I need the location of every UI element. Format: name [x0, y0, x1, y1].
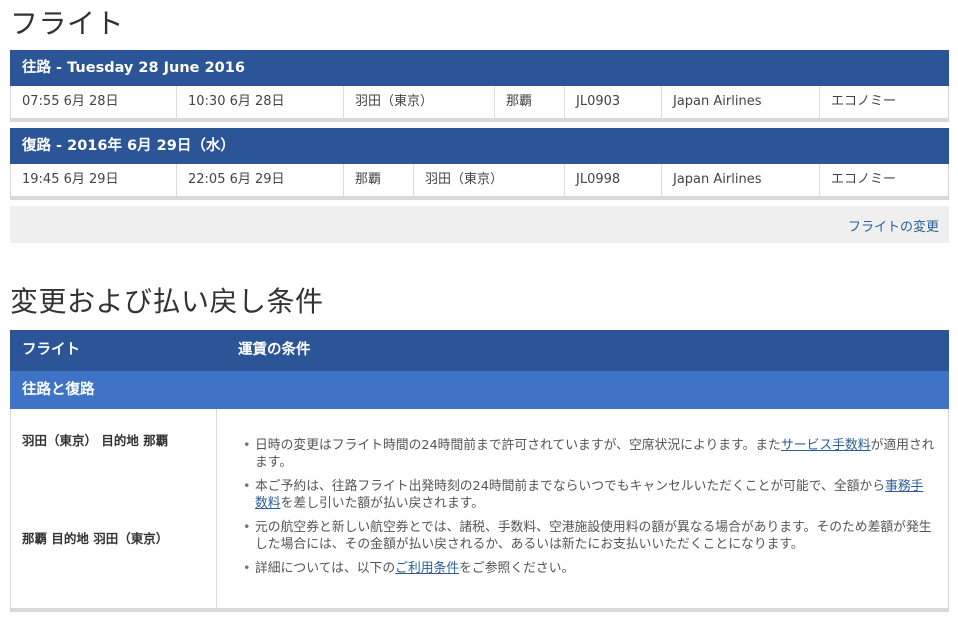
outbound-arrive-time: 10:30 6月 28日 — [177, 86, 344, 118]
column-header-fare-conditions: 運賃の条件 — [238, 342, 311, 358]
term-cancel-text-end: を差し引いた額が払い戻されます。 — [280, 496, 485, 511]
route-outbound: 羽田（東京） 目的地 那覇 — [22, 433, 169, 448]
inbound-airline: Japan Airlines — [662, 164, 820, 196]
inbound-cabin: エコノミー — [831, 172, 897, 187]
inbound-flight-row: 19:45 6月 29日 22:05 6月 29日 那覇 羽田（東京） JL09… — [10, 164, 949, 200]
outbound-header: 往路 - Tuesday 28 June 2016 — [10, 50, 949, 86]
route-inbound: 那覇 目的地 羽田（東京） — [22, 531, 169, 546]
term-details-text: 詳細については、以下の — [255, 561, 396, 576]
column-header-flight: フライト — [22, 342, 80, 358]
terms-of-use-link[interactable]: ご利用条件 — [395, 561, 459, 576]
routes-column: 羽田（東京） 目的地 那覇 那覇 目的地 羽田（東京） — [11, 409, 217, 608]
page-title-flights: フライト — [10, 7, 125, 40]
change-flight-bar: フライトの変更 — [10, 206, 949, 243]
service-fee-link[interactable]: サービス手数料 — [781, 438, 871, 453]
inbound-destination: 羽田（東京） — [414, 164, 565, 196]
term-change-policy: 日時の変更はフライト時間の24時間前まで許可されていますが、空席状況によります。… — [243, 437, 936, 471]
inbound-flight-section: 復路 - 2016年 6月 29日（水） 19:45 6月 29日 22:05 … — [10, 128, 949, 200]
outbound-cabin: エコノミー — [831, 94, 897, 109]
outbound-origin: 羽田（東京） — [344, 86, 495, 118]
outbound-destination: 那覇 — [495, 86, 565, 118]
conditions-subheader-roundtrip: 往路と復路 — [10, 371, 949, 409]
inbound-origin: 那覇 — [344, 164, 414, 196]
conditions-table-header: フライト 運賃の条件 — [10, 330, 949, 371]
inbound-depart-time: 19:45 6月 29日 — [11, 164, 177, 196]
outbound-flight-section: 往路 - Tuesday 28 June 2016 07:55 6月 28日 1… — [10, 50, 949, 122]
term-cancel-text: 本ご予約は、往路フライト出発時刻の24時間前までならいつでもキャンセルいただくこ… — [255, 479, 886, 494]
page-title-conditions: 変更および払い戻し条件 — [10, 285, 324, 318]
inbound-flight-number: JL0998 — [565, 164, 662, 196]
fare-terms-list: 日時の変更はフライト時間の24時間前まで許可されていますが、空席状況によります。… — [243, 437, 936, 577]
term-fare-difference: 元の航空券と新しい航空券とでは、諸税、手数料、空港施設使用料の額が異なる場合があ… — [243, 519, 936, 553]
fare-terms-column: 日時の変更はフライト時間の24時間前まで許可されていますが、空席状況によります。… — [217, 409, 948, 608]
term-details: 詳細については、以下のご利用条件をご参照ください。 — [243, 560, 936, 577]
outbound-flight-number: JL0903 — [565, 86, 662, 118]
conditions-table: フライト 運賃の条件 往路と復路 羽田（東京） 目的地 那覇 那覇 目的地 羽田… — [10, 330, 949, 612]
outbound-airline: Japan Airlines — [662, 86, 820, 118]
conditions-body: 羽田（東京） 目的地 那覇 那覇 目的地 羽田（東京） 日時の変更はフライト時間… — [10, 409, 949, 612]
change-flight-link[interactable]: フライトの変更 — [848, 216, 939, 235]
inbound-header: 復路 - 2016年 6月 29日（水） — [10, 128, 949, 164]
term-change-text: 日時の変更はフライト時間の24時間前まで許可されていますが、空席状況によります。… — [255, 438, 781, 453]
outbound-depart-time: 07:55 6月 28日 — [11, 86, 177, 118]
inbound-arrive-time: 22:05 6月 29日 — [177, 164, 344, 196]
term-cancel-policy: 本ご予約は、往路フライト出発時刻の24時間前までならいつでもキャンセルいただくこ… — [243, 478, 936, 512]
term-details-text-end: をご参照ください。 — [459, 561, 575, 576]
term-fare-difference-text: 元の航空券と新しい航空券とでは、諸税、手数料、空港施設使用料の額が異なる場合があ… — [255, 520, 932, 552]
outbound-flight-row: 07:55 6月 28日 10:30 6月 28日 羽田（東京） 那覇 JL09… — [10, 86, 949, 122]
